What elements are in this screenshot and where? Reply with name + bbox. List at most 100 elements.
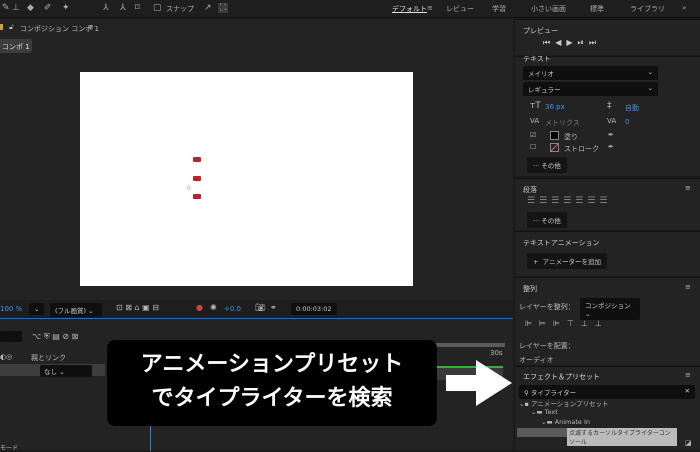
- column-icons: ◐◎: [0, 353, 13, 361]
- timecode[interactable]: 0:00:03:02: [291, 303, 337, 315]
- text-panel: テキスト メイリオ ⌄ レギュラー ⌄ тT 36 px ‡ 自動 VA メトリクス…: [515, 55, 700, 176]
- align-to-label: レイヤーを整列：: [519, 303, 575, 311]
- parent-dropdown[interactable]: なし ⌄: [40, 365, 92, 377]
- comp-tab[interactable]: コンポ 1: [0, 39, 32, 53]
- distribute-label: レイヤーを配置：: [519, 342, 575, 350]
- exposure-reset-icon[interactable]: ✺: [210, 303, 217, 312]
- arrow-right-icon: [446, 360, 512, 406]
- workspace-default[interactable]: デフォルト: [392, 4, 427, 14]
- kerning-value[interactable]: メトリクス: [545, 118, 580, 128]
- tree-item-typewriter-preset[interactable]: 点滅するカーソルタイプライターコンソール: [517, 428, 677, 446]
- brush-icon[interactable]: ✎: [2, 3, 10, 13]
- stamp-icon[interactable]: ⊥: [12, 3, 20, 13]
- tree-item-animation-presets[interactable]: ⌄▪ アニメーションプリセット: [519, 398, 608, 408]
- layer-row[interactable]: なし ⌄: [0, 364, 105, 377]
- timeline-switch-icons[interactable]: ⌥ ⛨ ▤ ⊘ ⊠: [32, 332, 78, 342]
- text-cursor-mark: [193, 157, 201, 162]
- paragraph-title: 段落: [523, 186, 537, 194]
- channel-icon[interactable]: ●: [196, 303, 203, 312]
- quality-dropdown[interactable]: (フル画質) ⌄: [50, 303, 102, 317]
- fill-swatch[interactable]: [550, 131, 559, 140]
- effects-search-input[interactable]: ⚲ タイプライター ✕: [519, 385, 695, 399]
- stroke-swatch[interactable]: [550, 143, 559, 152]
- toolbar: ✎ ⊥ ◆ ✐ ✦ ⅄ ⅄ ⌑ ▢ スナップ ↗ ⛶ デフォルト ≡ レビュー …: [0, 0, 700, 18]
- parent-value: なし: [44, 368, 57, 376]
- panel-menu-icon[interactable]: ≡: [685, 371, 691, 379]
- roto-brush-icon[interactable]: ✐: [44, 3, 52, 13]
- align-buttons[interactable]: ⊫⊨⊫⊤⊥⊥: [525, 319, 609, 328]
- preview-title: プレビュー: [523, 27, 558, 35]
- eraser-icon[interactable]: ◆: [27, 3, 34, 13]
- workspace-review[interactable]: レビュー: [446, 4, 474, 14]
- eyedropper-icon[interactable]: ✒: [608, 131, 614, 139]
- paragraph-align-buttons[interactable]: ☰☰☰☰☰☰☰: [527, 196, 611, 206]
- eyedropper-icon[interactable]: ✒: [608, 143, 614, 151]
- caption-overlay: アニメーションプリセット でタイプライターを検索: [107, 340, 437, 426]
- show-snapshot-icon[interactable]: ⚭: [270, 303, 277, 312]
- tree-label: Animate In: [554, 418, 590, 426]
- timeline-search[interactable]: [0, 331, 22, 342]
- stroke-checkbox[interactable]: ☐: [530, 143, 536, 151]
- tracking-icon: VA: [607, 117, 617, 125]
- fill-label: 塗り: [564, 133, 578, 141]
- caption-line-2: でタイプライターを検索: [151, 386, 393, 411]
- new-item-icon[interactable]: ◪: [685, 439, 692, 447]
- effects-presets-panel: エフェクト＆プリセット ≡ ⚲ タイプライター ✕ ⌄▪ アニメーションプリセット…: [515, 366, 700, 450]
- more-workspaces-icon[interactable]: »: [682, 4, 686, 12]
- stroke-label: ストローク: [564, 145, 599, 153]
- end-time-label: 30s: [490, 349, 503, 357]
- tree-label: Text: [544, 408, 558, 416]
- panel-menu-icon[interactable]: ≡: [685, 283, 691, 291]
- viewer-bar: 100 % ⌄ (フル画質) ⌄ ⊡ ⊠ ⌂ ▣ ⊟ ● ✺ +0.0 📷︎ ⚭…: [0, 300, 513, 317]
- region-icons[interactable]: ⊡ ⊠ ⌂ ▣ ⊟: [116, 303, 159, 312]
- snap-label: スナップ: [166, 5, 194, 13]
- puppet-pin-icon[interactable]: ✦: [62, 3, 70, 13]
- paragraph-more-button[interactable]: ··· その他: [527, 212, 567, 228]
- workspace-menu-icon[interactable]: ≡: [427, 4, 433, 12]
- more-label: その他: [541, 162, 561, 170]
- composition-canvas[interactable]: ✧: [80, 72, 413, 286]
- align-title: 整列: [523, 285, 537, 293]
- snap-option-icon[interactable]: ↗: [204, 3, 212, 13]
- fill-checkbox[interactable]: ☑: [530, 131, 536, 139]
- snap-checkbox[interactable]: ▢: [153, 3, 162, 13]
- effects-title: エフェクト＆プリセット: [523, 373, 600, 381]
- workspace-standard[interactable]: 標準: [590, 4, 604, 14]
- mode-label: モード: [0, 445, 19, 452]
- workspace-learn[interactable]: 学習: [492, 4, 506, 14]
- audio-label[interactable]: オーディオ: [519, 355, 554, 365]
- axis-world-icon[interactable]: ⅄: [120, 3, 126, 13]
- caption-line-1: アニメーションプリセット: [140, 352, 404, 377]
- leading-value[interactable]: 自動: [625, 103, 639, 113]
- workspace-libraries[interactable]: ライブラリ: [630, 4, 665, 14]
- align-to-dropdown[interactable]: コンポジション ⌄: [580, 298, 640, 320]
- text-more-button[interactable]: ··· その他: [527, 157, 567, 173]
- font-size-icon: тT: [530, 101, 541, 111]
- workspace-small-screen[interactable]: 小さい画面: [531, 4, 566, 14]
- axis-local-icon[interactable]: ⅄: [103, 3, 109, 13]
- clear-search-icon[interactable]: ✕: [685, 387, 690, 395]
- expand-icon[interactable]: ⛶: [218, 3, 229, 13]
- parent-column-header: 親とリンク: [31, 354, 66, 362]
- font-size-value[interactable]: 36 px: [545, 103, 565, 111]
- tree-label: 点滅するカーソルタイプライターコンソール: [567, 428, 677, 446]
- font-style-dropdown[interactable]: レギュラー ⌄: [523, 82, 658, 96]
- panel-menu-icon[interactable]: ≡: [88, 23, 94, 31]
- text-cursor-mark: [193, 194, 201, 199]
- tracking-value[interactable]: 0: [625, 118, 629, 126]
- axis-view-icon[interactable]: ⌑: [135, 3, 140, 13]
- text-cursor-mark: [193, 176, 201, 181]
- zoom-dropdown-icon[interactable]: ⌄: [29, 303, 45, 315]
- zoom-value[interactable]: 100 %: [0, 305, 22, 313]
- font-family-dropdown[interactable]: メイリオ ⌄: [523, 66, 658, 80]
- playback-controls[interactable]: ⏮◀▶⏯⏭: [543, 38, 601, 48]
- exposure-value[interactable]: +0.0: [224, 305, 241, 313]
- snapshot-icon[interactable]: 📷︎: [255, 303, 265, 312]
- panel-menu-icon[interactable]: ≡: [685, 184, 691, 192]
- lock-icon[interactable]: 🔓︎: [9, 23, 14, 32]
- tree-item-text[interactable]: ⌄▬ Text: [531, 408, 558, 416]
- text-animation-title: テキストアニメーション: [523, 239, 600, 247]
- tree-item-animate-in[interactable]: ⌄▬ Animate In: [541, 418, 590, 426]
- add-animator-button[interactable]: + アニメーターを追加: [527, 253, 607, 269]
- anchor-point-icon[interactable]: ✧: [185, 184, 193, 194]
